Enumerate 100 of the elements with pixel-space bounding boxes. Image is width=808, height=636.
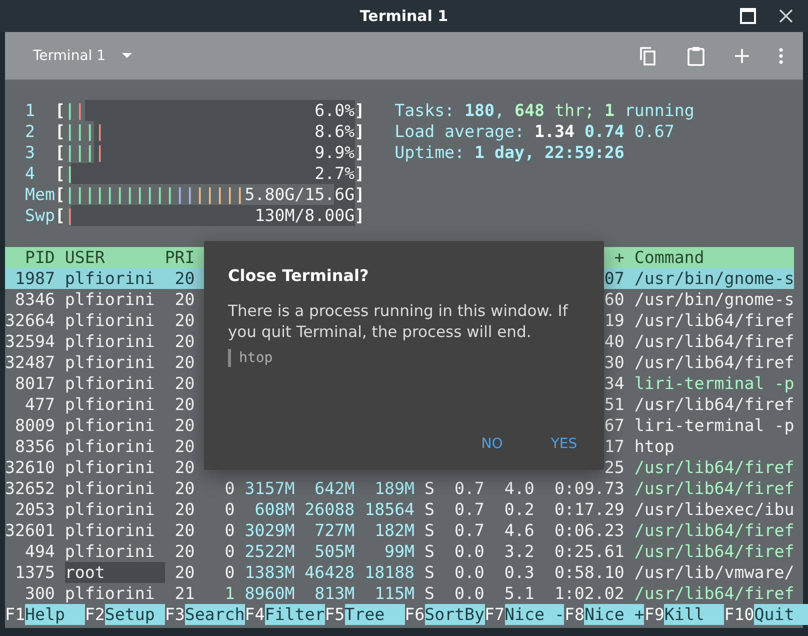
- table-cell: 99M: [384, 542, 415, 561]
- table-cell: 0:17.29: [554, 500, 624, 519]
- meter-value: 6.0%: [314, 100, 355, 121]
- table-cell: 1383M: [244, 563, 295, 582]
- dialog-button[interactable]: NO: [460, 428, 524, 460]
- meter-bars: ||||: [64, 142, 105, 163]
- table-cell: plfiorini: [64, 269, 155, 288]
- function-key: F9: [644, 604, 664, 625]
- table-cell: 20: [174, 311, 195, 330]
- table-cell: 20: [174, 542, 195, 561]
- table-cell: 0: [224, 500, 235, 519]
- maximize-icon[interactable]: [740, 8, 756, 24]
- dialog-button[interactable]: YES: [532, 428, 596, 460]
- table-cell: /usr/lib64/firef: [634, 332, 794, 351]
- function-key-button[interactable]: Quit: [754, 604, 808, 625]
- table-cell: 0.0: [454, 563, 484, 582]
- table-cell: 8346: [14, 290, 55, 309]
- table-cell: 2522M: [244, 542, 295, 561]
- function-key-button[interactable]: Nice -: [504, 604, 564, 625]
- table-cell: 21: [174, 584, 195, 603]
- table-cell: /usr/libexec/ibu: [634, 500, 794, 519]
- meter-label: Swp: [24, 206, 55, 225]
- table-cell: root: [64, 562, 165, 583]
- process-name: htop: [228, 349, 273, 367]
- table-cell: 46428: [304, 563, 355, 582]
- function-key-button[interactable]: Help: [24, 604, 85, 625]
- table-cell: 0: [224, 479, 235, 498]
- column-header[interactable]: USER: [64, 248, 105, 267]
- bracket: [: [54, 121, 65, 142]
- column-header[interactable]: +: [614, 248, 624, 267]
- table-cell: 51: [604, 395, 624, 414]
- function-key-button[interactable]: Tree: [344, 604, 405, 625]
- table-cell: 642M: [314, 479, 355, 498]
- table-cell: 189M: [374, 479, 415, 498]
- bracket: ]: [354, 142, 365, 163]
- table-cell: 0.7: [454, 521, 484, 540]
- meter-value: 9.9%: [314, 142, 355, 163]
- function-key-button[interactable]: SortBy: [424, 604, 485, 625]
- table-cell: 20: [174, 500, 195, 519]
- meter-value: 8.6%: [314, 121, 355, 142]
- add-icon[interactable]: [735, 48, 749, 62]
- function-key-button[interactable]: Search: [184, 604, 245, 625]
- column-header[interactable]: PRI: [164, 248, 195, 267]
- table-cell: plfiorini: [64, 479, 155, 498]
- table-cell: 0.0: [454, 584, 484, 603]
- system-info-line: Uptime: 1 day, 22:59:26: [394, 143, 624, 162]
- table-cell: 8009: [14, 416, 55, 435]
- table-cell: 25: [604, 458, 624, 477]
- table-cell: /usr/lib64/firef: [634, 311, 794, 330]
- caret-icon: [122, 52, 132, 58]
- meter-label: 4: [24, 164, 35, 183]
- table-cell: 5.1: [504, 584, 534, 603]
- table-cell: 40: [604, 332, 624, 351]
- column-header[interactable]: PID: [24, 248, 55, 267]
- table-cell: S: [424, 584, 435, 603]
- function-key-button[interactable]: Kill: [664, 604, 724, 625]
- meter-bars: |: [64, 205, 75, 226]
- table-cell: 60: [604, 290, 624, 309]
- close-icon[interactable]: [778, 8, 794, 24]
- table-cell: S: [424, 479, 435, 498]
- meter-label: 3: [24, 143, 35, 162]
- table-cell: 0.7: [454, 500, 484, 519]
- function-key: F2: [84, 604, 105, 625]
- function-key-button[interactable]: Filter: [264, 604, 325, 625]
- selected-row-highlight[interactable]: 1987 plfiorini 20: [5, 268, 205, 289]
- dialog-message: There is a process running in this window. If you quit Terminal, the process will end.: [228, 301, 570, 343]
- table-cell: 20: [174, 395, 195, 414]
- meter-value: 130M/8.00G: [254, 205, 355, 226]
- table-cell: S: [424, 500, 435, 519]
- table-cell: S: [424, 521, 435, 540]
- table-cell: 19: [604, 311, 624, 330]
- table-cell: 182M: [374, 521, 415, 540]
- table-cell: 20: [174, 416, 195, 435]
- function-key-button[interactable]: Setup: [104, 604, 165, 625]
- table-cell: 26088: [304, 500, 355, 519]
- table-cell: 8356: [14, 437, 55, 456]
- clipboard-icon[interactable]: [687, 46, 705, 66]
- table-cell: 20: [174, 437, 195, 456]
- function-key: F6: [404, 604, 425, 625]
- table-cell: htop: [634, 437, 674, 456]
- copy-icon[interactable]: [639, 46, 657, 66]
- bracket: [: [54, 184, 65, 205]
- table-cell: /usr/bin/gnome-s: [634, 269, 794, 288]
- table-cell: 300: [24, 584, 55, 603]
- column-header[interactable]: Command: [634, 248, 704, 267]
- table-cell: 0: [224, 563, 235, 582]
- bracket: [: [54, 205, 65, 226]
- table-cell: 1987: [14, 269, 55, 288]
- table-cell: 0:25.61: [554, 542, 624, 561]
- table-cell: 20: [174, 458, 195, 477]
- function-key-button[interactable]: Nice +: [584, 604, 644, 625]
- table-cell: 0: [224, 521, 235, 540]
- table-cell: 494: [24, 542, 55, 561]
- table-cell: plfiorini: [64, 290, 155, 309]
- table-cell: /usr/lib64/firef: [634, 458, 794, 477]
- dialog-title: Close Terminal?: [228, 265, 370, 287]
- more-icon[interactable]: [779, 48, 783, 64]
- table-cell: 4.0: [504, 479, 534, 498]
- table-cell: plfiorini: [64, 374, 155, 393]
- bracket: [: [54, 100, 65, 121]
